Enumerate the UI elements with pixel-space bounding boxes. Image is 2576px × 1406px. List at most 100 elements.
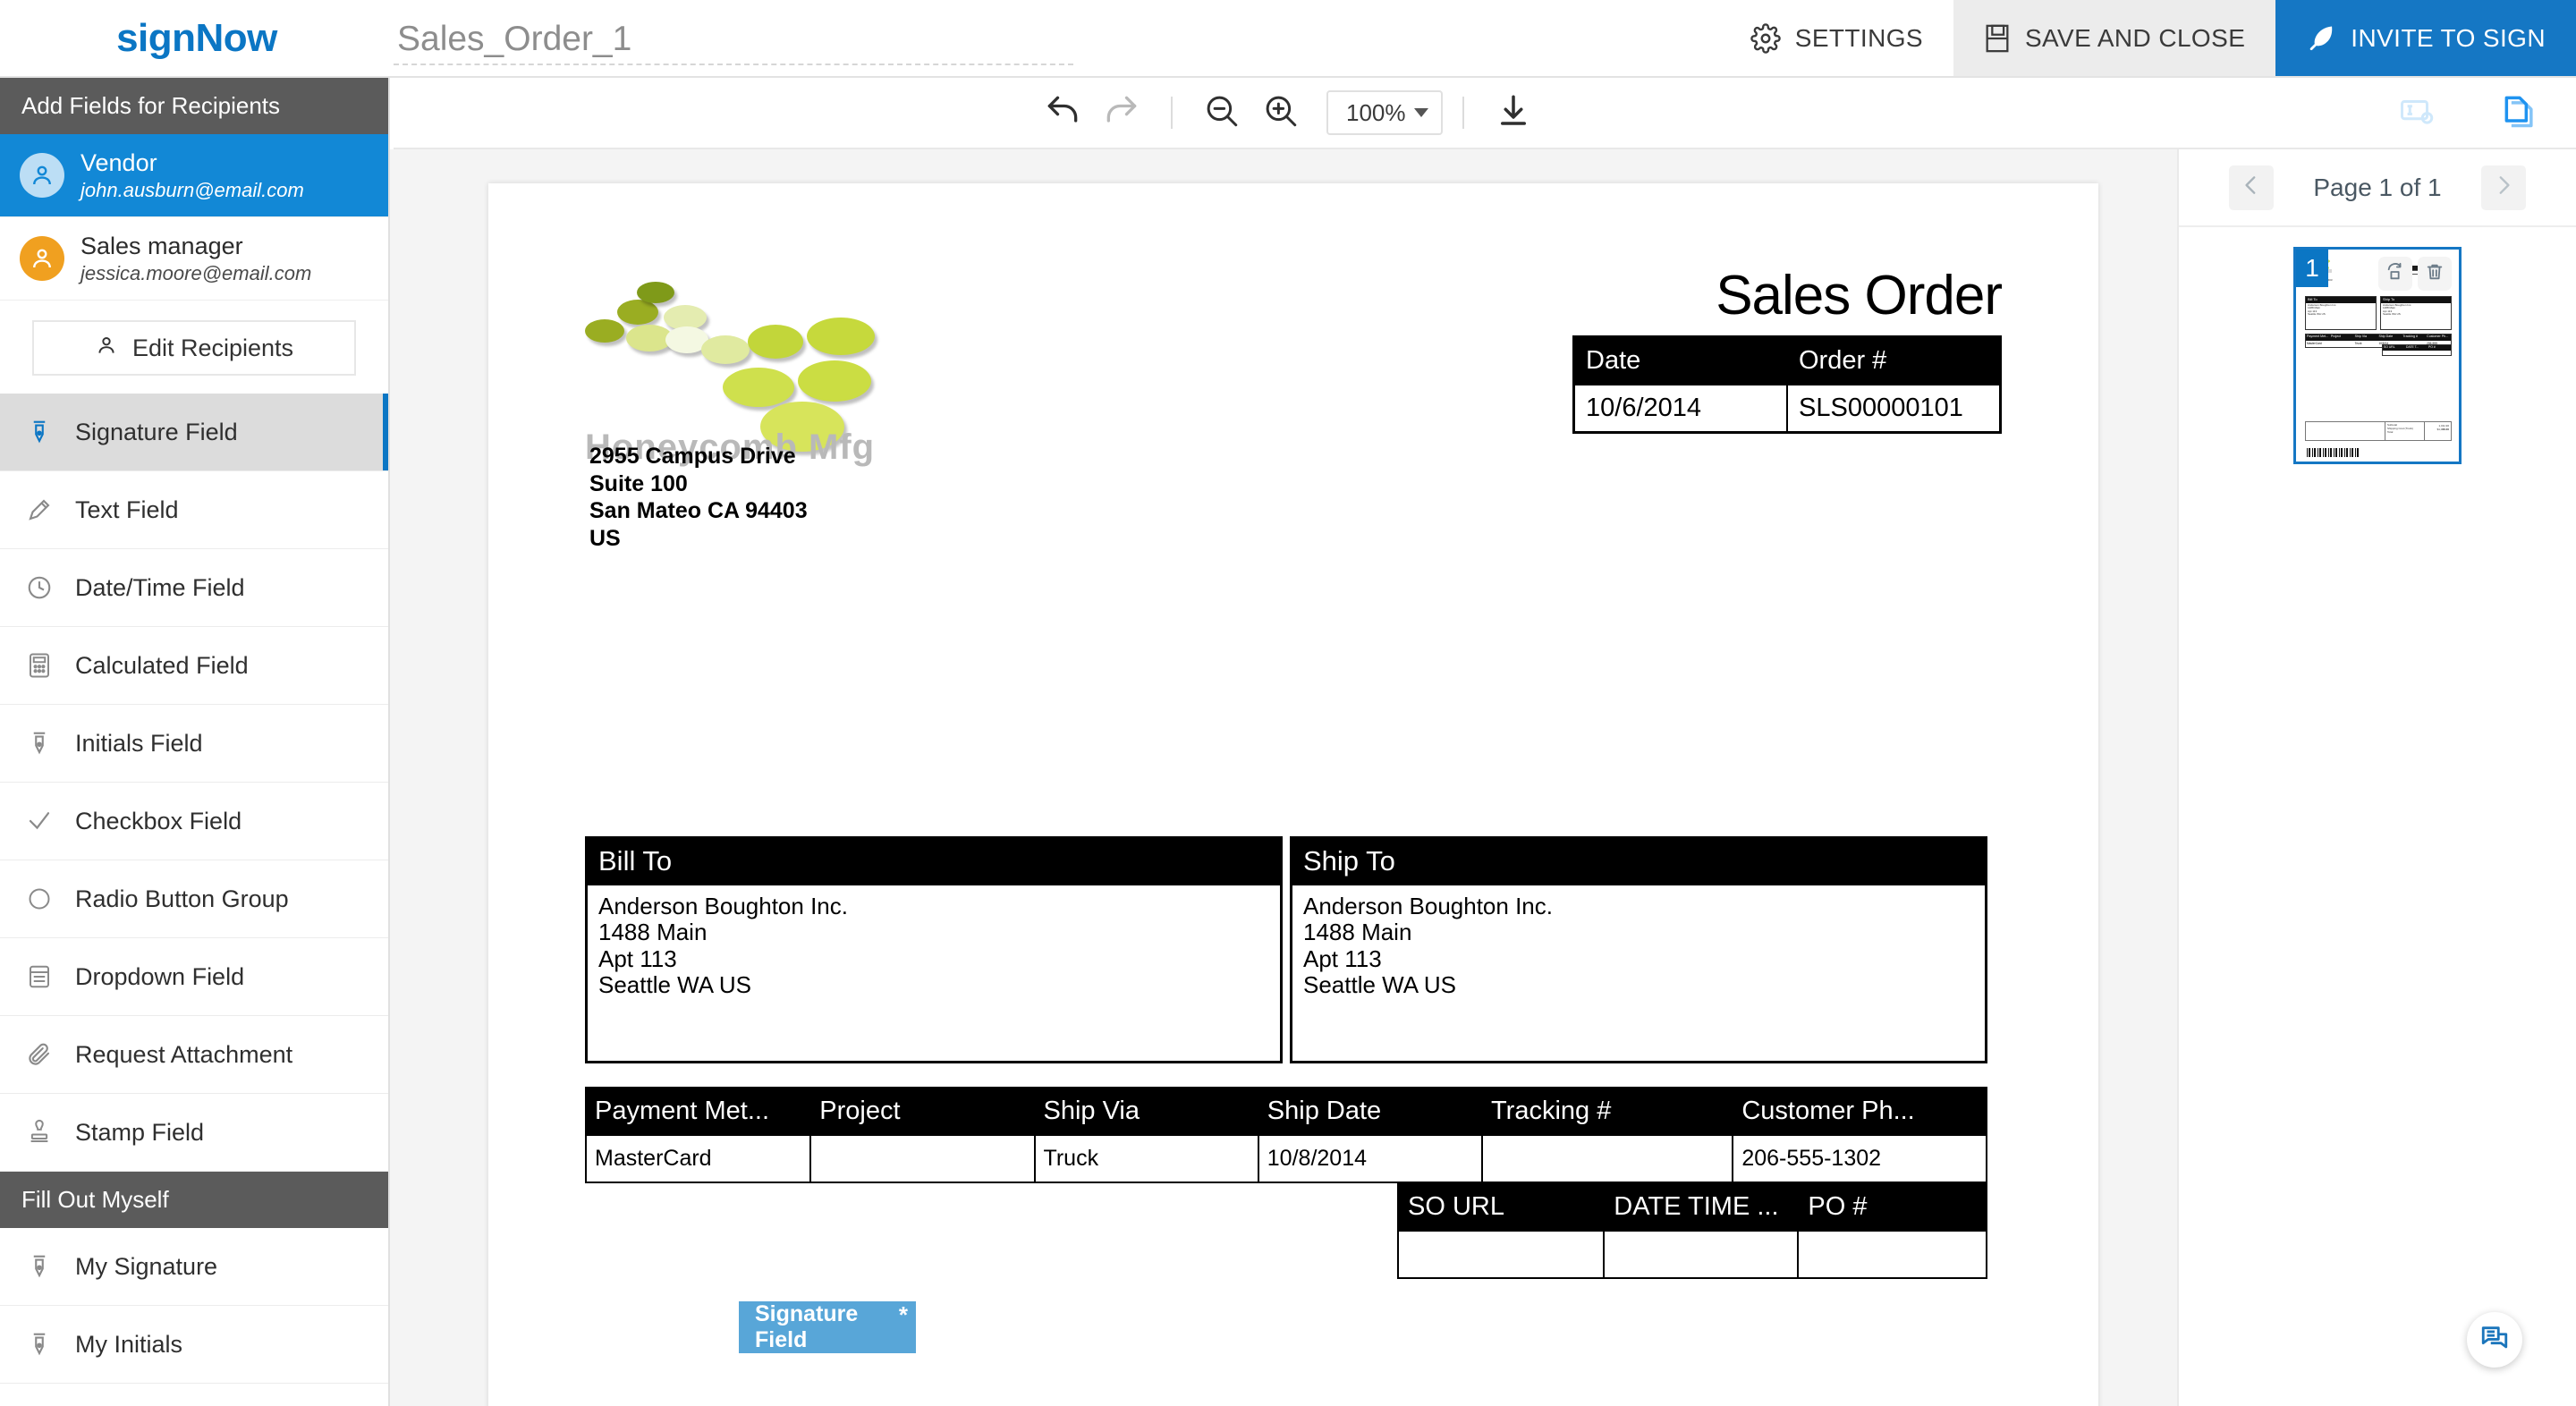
feather-quill-icon bbox=[2306, 23, 2336, 54]
project-header: Project bbox=[809, 1087, 1036, 1136]
field-item-label: Dropdown Field bbox=[75, 962, 245, 990]
paperclip-icon bbox=[23, 1041, 55, 1068]
clock-icon bbox=[23, 574, 55, 601]
page-indicator: Page 1 of 1 bbox=[2313, 173, 2442, 201]
undo-icon bbox=[1043, 91, 1082, 135]
ship-via-header: Ship Via bbox=[1033, 1087, 1259, 1136]
undo-button[interactable] bbox=[1033, 83, 1092, 142]
field-item-label: Text Field bbox=[75, 495, 179, 523]
fields-sidebar: Add Fields for Recipients Vendor john.au… bbox=[0, 78, 390, 1406]
zoom-out-button[interactable] bbox=[1192, 83, 1251, 142]
placed-signature-field-vendor[interactable]: Signature Field * bbox=[739, 1301, 916, 1353]
rotate-icon bbox=[2385, 262, 2405, 286]
table-row: 10/6/2014 SLS00000101 bbox=[1572, 383, 2002, 434]
field-item-attachment[interactable]: Request Attachment bbox=[0, 1016, 388, 1094]
sales-order-document: Honeycomb Mfg 2955 Campus Drive Suite 10… bbox=[488, 183, 2098, 1406]
save-label: SAVE AND CLOSE bbox=[2024, 23, 2246, 52]
recipient-sales-manager[interactable]: Sales manager jessica.moore@email.com bbox=[0, 217, 388, 301]
table-header-row: Date Order # bbox=[1572, 335, 2002, 385]
recipient-text: Vendor john.ausburn@email.com bbox=[80, 149, 304, 202]
recipients-heading: Add Fields for Recipients bbox=[0, 78, 388, 134]
copy-pages-icon bbox=[2500, 91, 2539, 135]
editor-toolbar: 100% bbox=[394, 78, 2576, 149]
field-item-my-initials[interactable]: My Initials bbox=[0, 1306, 388, 1384]
field-item-dropdown[interactable]: Dropdown Field bbox=[0, 938, 388, 1016]
date-time-header: DATE TIME ... bbox=[1603, 1182, 1800, 1232]
ship-to-address: Anderson Boughton Inc. 1488 Main Apt 113… bbox=[1303, 893, 1553, 999]
chevron-right-icon bbox=[2492, 174, 2515, 201]
so-url-value bbox=[1396, 1230, 1606, 1279]
pen-nib-icon bbox=[23, 1253, 55, 1280]
signnow-logo[interactable]: signNow bbox=[0, 0, 394, 76]
edit-recipients-button[interactable]: Edit Recipients bbox=[32, 320, 356, 376]
ship-via-value: Truck bbox=[1033, 1134, 1259, 1183]
zoom-level-select[interactable]: 100% bbox=[1326, 90, 1443, 135]
delete-page-button[interactable] bbox=[2418, 257, 2452, 291]
placed-field-label: Signature Field bbox=[755, 1301, 859, 1352]
so-url-header: SO URL bbox=[1396, 1182, 1606, 1232]
field-item-label: Request Attachment bbox=[75, 1040, 293, 1068]
recipient-vendor[interactable]: Vendor john.ausburn@email.com bbox=[0, 134, 388, 217]
thumbnail-actions bbox=[2378, 257, 2452, 291]
chat-support-button[interactable] bbox=[2467, 1312, 2522, 1368]
field-item-label: Stamp Field bbox=[75, 1118, 205, 1146]
payment-method-header: Payment Met... bbox=[584, 1087, 812, 1136]
fill-out-myself-heading: Fill Out Myself bbox=[0, 1172, 388, 1228]
field-item-datetime[interactable]: Date/Time Field bbox=[0, 549, 388, 627]
header-spacer bbox=[1073, 0, 1720, 76]
pages-panel: Page 1 of 1 1 94403 Bill To Anderson Bou… bbox=[2177, 149, 2576, 1406]
check-icon bbox=[23, 808, 55, 834]
recipient-name: Sales manager bbox=[80, 232, 243, 259]
document-title-input[interactable]: Sales_Order_1 bbox=[394, 21, 1073, 65]
table-row bbox=[1396, 1230, 1987, 1279]
settings-button[interactable]: SETTINGS bbox=[1719, 0, 1953, 76]
rotate-page-button[interactable] bbox=[2378, 257, 2412, 291]
toolbar-divider bbox=[1171, 97, 1173, 129]
document-title-wrap: Sales_Order_1 bbox=[394, 0, 1073, 76]
manage-fields-button[interactable] bbox=[2388, 83, 2447, 142]
calculator-icon bbox=[23, 652, 55, 679]
field-item-radio[interactable]: Radio Button Group bbox=[0, 860, 388, 938]
download-button[interactable] bbox=[1484, 83, 1543, 142]
order-number-header: Order # bbox=[1786, 335, 2002, 385]
avatar bbox=[20, 236, 64, 281]
redo-button[interactable] bbox=[1092, 83, 1151, 142]
person-icon bbox=[95, 334, 118, 363]
project-value bbox=[809, 1134, 1036, 1183]
toolbar-right-group bbox=[2388, 83, 2549, 142]
field-item-calculated[interactable]: Calculated Field bbox=[0, 627, 388, 705]
invite-to-sign-button[interactable]: INVITE TO SIGN bbox=[2275, 0, 2576, 76]
field-item-label: Date/Time Field bbox=[75, 573, 245, 601]
field-item-label: Initials Field bbox=[75, 729, 203, 757]
save-and-close-button[interactable]: SAVE AND CLOSE bbox=[1953, 0, 2276, 76]
toolbar-center-group: 100% bbox=[394, 77, 2182, 148]
payment-method-value: MasterCard bbox=[584, 1134, 812, 1183]
document-canvas[interactable]: Honeycomb Mfg 2955 Campus Drive Suite 10… bbox=[390, 149, 2177, 1406]
date-time-value bbox=[1603, 1230, 1800, 1279]
po-number-value bbox=[1797, 1230, 1987, 1279]
page-thumbnail-1[interactable]: 1 94403 Bill To Anderson Boughton Inc. 1… bbox=[2293, 247, 2462, 464]
thumbnail-list: 1 94403 Bill To Anderson Boughton Inc. 1… bbox=[2179, 227, 2576, 464]
field-item-text[interactable]: Text Field bbox=[0, 471, 388, 549]
trash-icon bbox=[2425, 262, 2445, 286]
field-item-initials[interactable]: Initials Field bbox=[0, 705, 388, 783]
field-item-my-signature[interactable]: My Signature bbox=[0, 1228, 388, 1306]
field-item-stamp[interactable]: Stamp Field bbox=[0, 1094, 388, 1172]
prev-page-button[interactable] bbox=[2229, 165, 2275, 210]
field-item-label: Checkbox Field bbox=[75, 807, 242, 834]
bill-to-heading: Bill To bbox=[588, 839, 1280, 885]
bill-to-address: Anderson Boughton Inc. 1488 Main Apt 113… bbox=[598, 893, 848, 999]
field-item-signature[interactable]: Signature Field bbox=[0, 394, 388, 471]
company-address: 2955 Campus Drive Suite 100 San Mateo CA… bbox=[589, 444, 808, 551]
document-page[interactable]: Honeycomb Mfg 2955 Campus Drive Suite 10… bbox=[488, 183, 2098, 1406]
field-item-label: My Initials bbox=[75, 1330, 183, 1358]
ship-date-value: 10/8/2014 bbox=[1257, 1134, 1484, 1183]
po-number-header: PO # bbox=[1797, 1182, 1987, 1232]
table-row: MasterCard Truck 10/8/2014 206-555-1302 bbox=[584, 1134, 1987, 1183]
pages-button[interactable] bbox=[2490, 83, 2549, 142]
zoom-in-button[interactable] bbox=[1251, 83, 1310, 142]
required-asterisk: * bbox=[898, 1301, 908, 1328]
pen-nib-icon bbox=[23, 730, 55, 757]
next-page-button[interactable] bbox=[2480, 165, 2526, 210]
field-item-checkbox[interactable]: Checkbox Field bbox=[0, 783, 388, 860]
